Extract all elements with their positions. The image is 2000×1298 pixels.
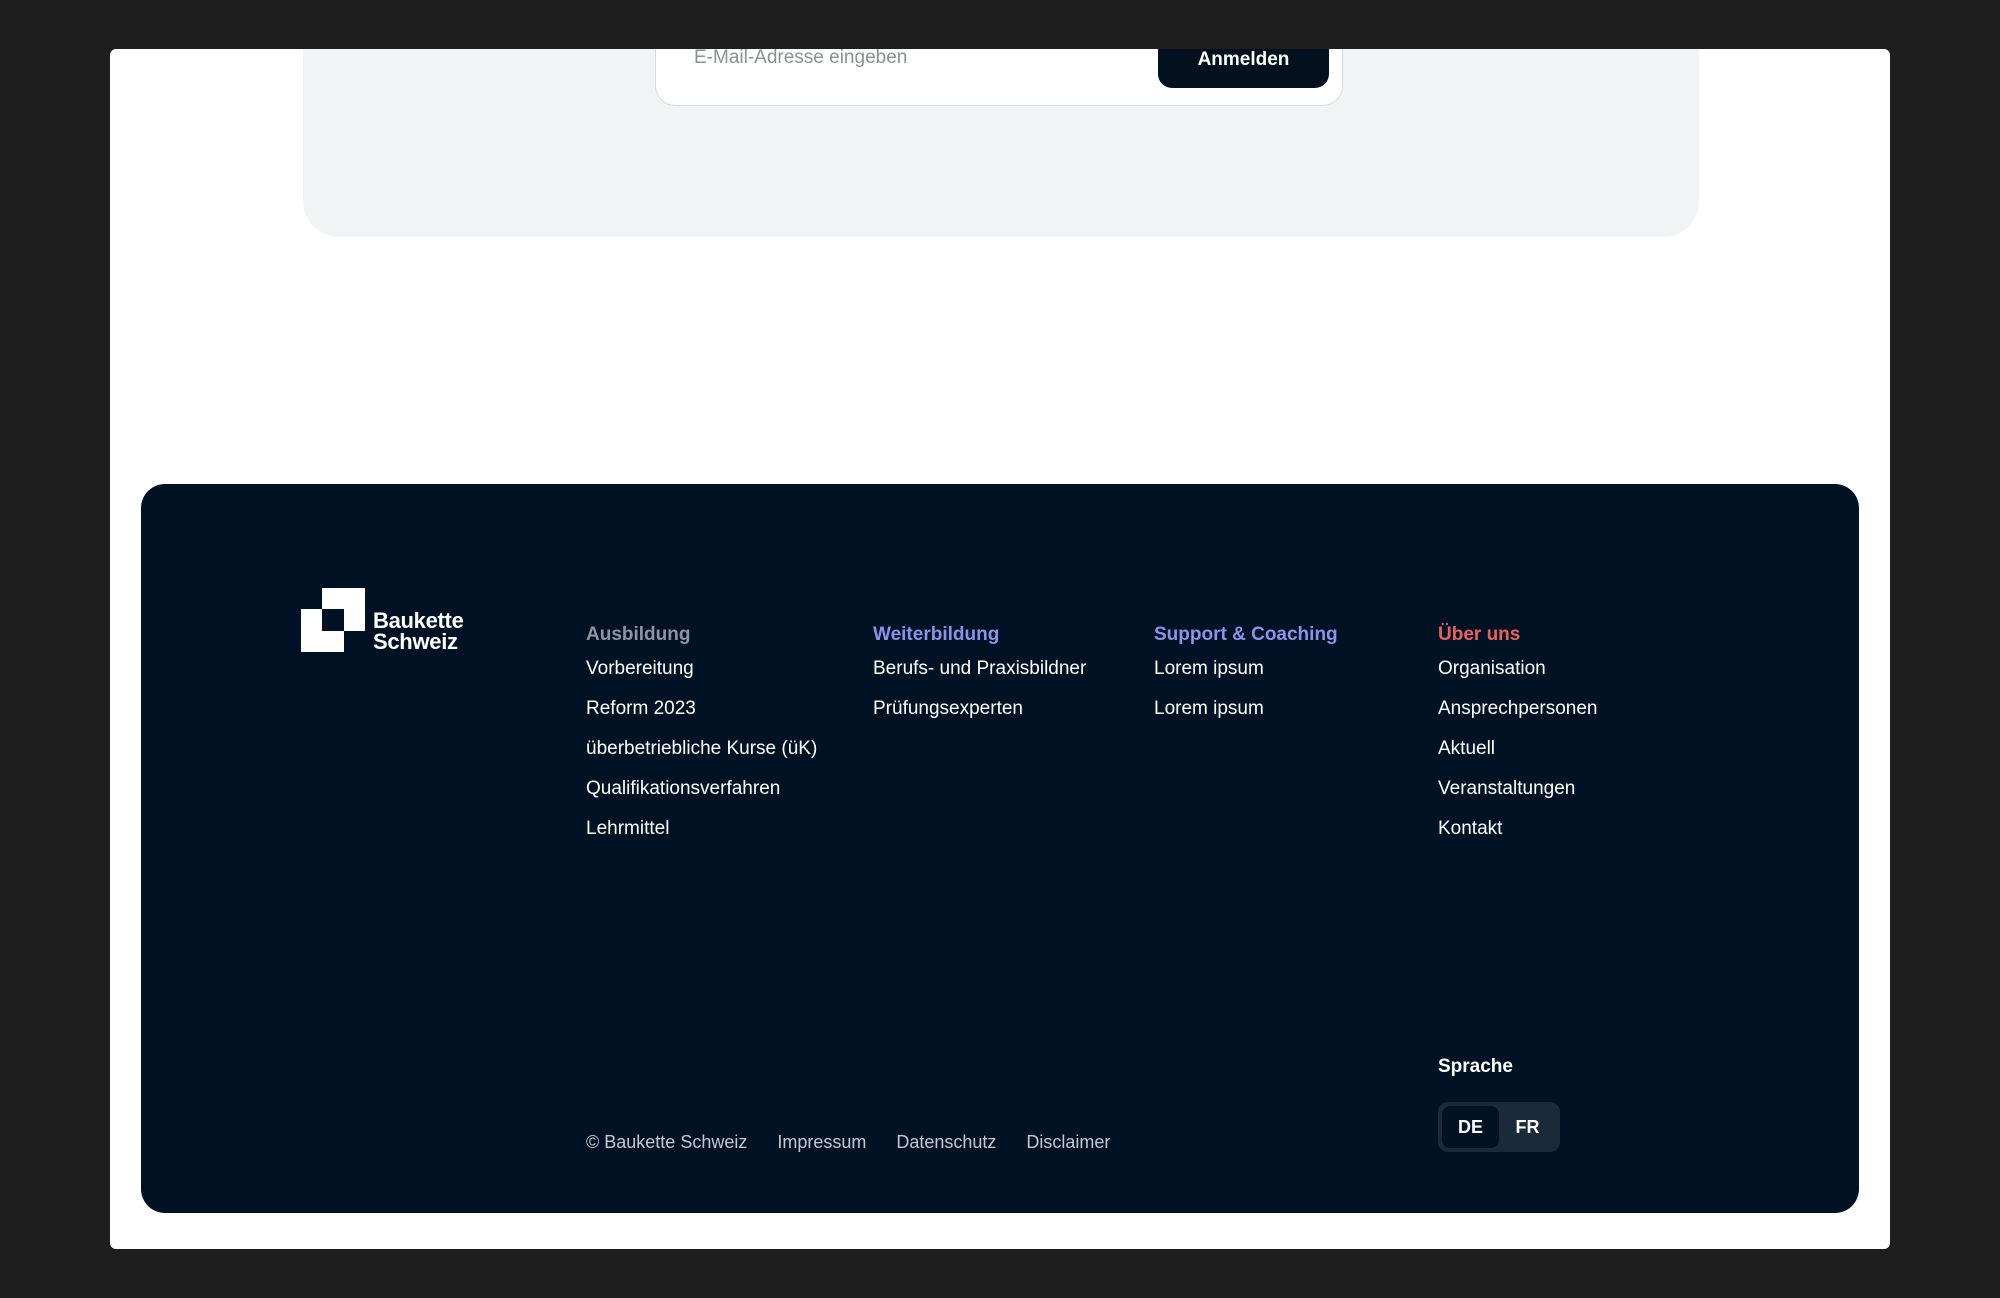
disclaimer-link[interactable]: Disclaimer bbox=[1026, 1132, 1110, 1153]
copyright-text: © Baukette Schweiz bbox=[586, 1132, 748, 1152]
footer-link[interactable]: Veranstaltungen bbox=[1438, 778, 1575, 799]
footer-link[interactable]: überbetriebliche Kurse (üK) bbox=[586, 738, 817, 759]
legal-bar: © Baukette Schweiz Impressum Datenschutz… bbox=[586, 1132, 1110, 1153]
footer-column-ueber-uns: Über uns Organisation Ansprechpersonen A… bbox=[1438, 618, 1598, 852]
language-option-fr[interactable]: FR bbox=[1499, 1106, 1556, 1148]
logo-line-1: Baukette bbox=[373, 608, 464, 633]
footer-link[interactable]: Kontakt bbox=[1438, 818, 1502, 839]
baukette-logo-mark-icon bbox=[301, 588, 365, 652]
newsletter-form: Anmelden bbox=[655, 49, 1343, 106]
footer-link[interactable]: Aktuell bbox=[1438, 738, 1495, 759]
datenschutz-link[interactable]: Datenschutz bbox=[896, 1132, 996, 1153]
logo-wordmark: Baukette Schweiz bbox=[373, 608, 464, 654]
footer-link[interactable]: Vorbereitung bbox=[586, 658, 694, 679]
footer-column-support-coaching: Support & Coaching Lorem ipsum Lorem ips… bbox=[1154, 618, 1338, 732]
footer-link[interactable]: Prüfungsexperten bbox=[873, 698, 1023, 719]
footer-link[interactable]: Organisation bbox=[1438, 658, 1546, 679]
footer-column-ausbildung: Ausbildung Vorbereitung Reform 2023 über… bbox=[586, 618, 817, 852]
column-title: Über uns bbox=[1438, 624, 1521, 645]
logo-line-2: Schweiz bbox=[373, 629, 458, 654]
language-label: Sprache bbox=[1438, 1056, 1513, 1077]
impressum-link[interactable]: Impressum bbox=[777, 1132, 866, 1153]
column-title: Weiterbildung bbox=[873, 624, 1000, 645]
footer-link[interactable]: Berufs- und Praxisbildner bbox=[873, 658, 1086, 679]
page: Anmelden Baukette Schweiz Ausbildung Vor… bbox=[110, 49, 1890, 1249]
subscribe-button[interactable]: Anmelden bbox=[1158, 49, 1329, 88]
footer-link[interactable]: Reform 2023 bbox=[586, 698, 696, 719]
footer-link[interactable]: Lorem ipsum bbox=[1154, 658, 1264, 679]
newsletter-section: Anmelden bbox=[303, 49, 1699, 237]
footer-link[interactable]: Ansprechpersonen bbox=[1438, 698, 1598, 719]
language-option-de[interactable]: DE bbox=[1442, 1106, 1499, 1148]
email-input[interactable] bbox=[694, 49, 1134, 75]
home-logo-link[interactable]: Baukette Schweiz bbox=[301, 588, 501, 658]
column-title: Ausbildung bbox=[586, 624, 691, 645]
footer-link[interactable]: Lehrmittel bbox=[586, 818, 669, 839]
footer-link[interactable]: Lorem ipsum bbox=[1154, 698, 1264, 719]
footer-link[interactable]: Qualifikationsverfahren bbox=[586, 778, 780, 799]
footer-column-weiterbildung: Weiterbildung Berufs- und Praxisbildner … bbox=[873, 618, 1086, 732]
language-switch: DE FR bbox=[1438, 1102, 1560, 1152]
column-title: Support & Coaching bbox=[1154, 624, 1338, 645]
site-footer: Baukette Schweiz Ausbildung Vorbereitung… bbox=[141, 484, 1859, 1213]
